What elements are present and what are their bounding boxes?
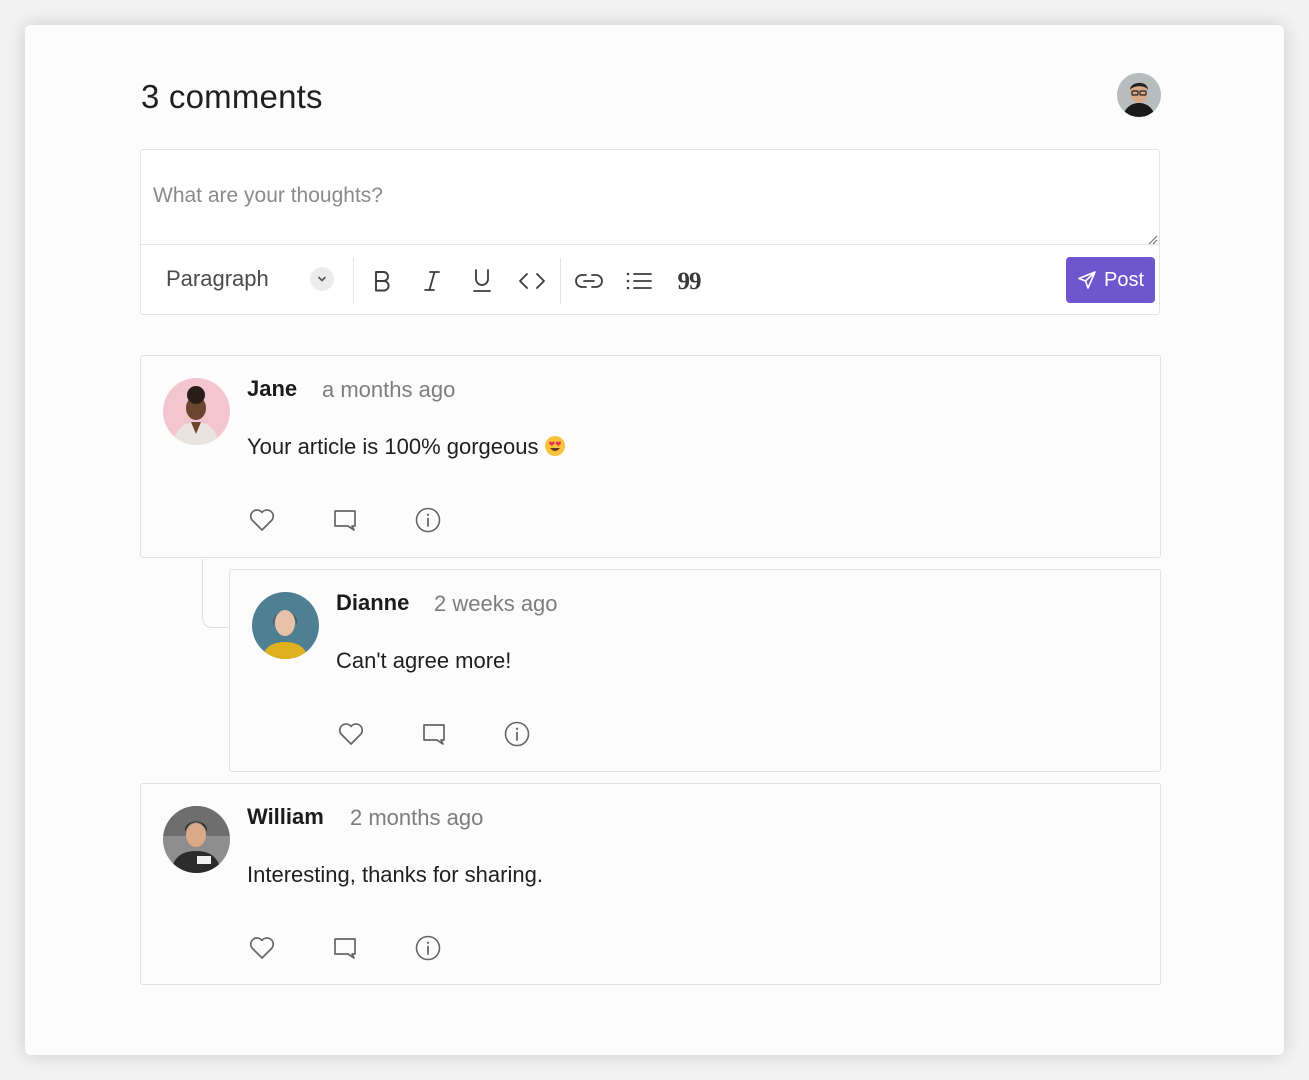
comment-text: Your article is 100% gorgeous — [247, 434, 566, 463]
comment-actions — [247, 505, 477, 535]
link-icon — [575, 274, 603, 288]
bold-icon — [375, 271, 390, 292]
comment-card: Jane a months ago Your article is 100% g… — [140, 355, 1161, 558]
reply-comment-card: Dianne 2 weeks ago Can't agree more! — [229, 569, 1161, 772]
author-avatar[interactable] — [163, 806, 230, 873]
heart-icon — [338, 723, 364, 745]
like-button[interactable] — [247, 505, 277, 535]
reply-thread-connector — [202, 559, 230, 628]
reply-button[interactable] — [330, 505, 360, 535]
block-format-label: Paragraph — [166, 266, 269, 291]
author-name[interactable]: Dianne — [336, 590, 409, 616]
resize-handle-icon[interactable] — [1147, 232, 1158, 245]
toolbar-divider — [560, 258, 561, 304]
like-button[interactable] — [336, 719, 366, 749]
editor-toolbar: Paragraph 99 Post — [141, 246, 1159, 314]
author-avatar[interactable] — [163, 378, 230, 445]
heart-eyes-emoji-icon — [544, 435, 566, 463]
code-button[interactable] — [515, 266, 549, 296]
info-button[interactable] — [502, 719, 532, 749]
post-button-label: Post — [1103, 268, 1145, 291]
italic-icon — [424, 271, 440, 291]
quote-icon: 99 — [677, 267, 702, 295]
comments-count-heading: 3 comments — [141, 78, 323, 115]
comment-icon — [423, 724, 445, 745]
list-button[interactable] — [622, 266, 656, 296]
comment-editor: Paragraph 99 Post — [140, 149, 1160, 315]
block-format-select[interactable]: Paragraph — [155, 254, 345, 304]
info-icon — [415, 935, 441, 961]
chevron-down-icon — [310, 267, 334, 291]
like-button[interactable] — [247, 933, 277, 963]
comment-icon — [334, 510, 356, 531]
author-name[interactable]: William — [247, 804, 324, 830]
bold-button[interactable] — [365, 266, 399, 296]
quote-button[interactable]: 99 — [672, 266, 706, 296]
code-icon — [519, 273, 545, 289]
info-icon — [415, 507, 441, 533]
comment-timestamp: a months ago — [322, 377, 456, 402]
link-button[interactable] — [572, 266, 606, 296]
post-button[interactable]: Post — [1066, 257, 1155, 303]
comment-text: Interesting, thanks for sharing. — [247, 862, 543, 887]
underline-button[interactable] — [465, 266, 499, 296]
info-button[interactable] — [413, 505, 443, 535]
send-icon — [1078, 271, 1096, 289]
comment-timestamp: 2 weeks ago — [434, 591, 558, 616]
author-avatar[interactable] — [252, 592, 319, 659]
italic-button[interactable] — [415, 266, 449, 296]
comment-text-content: Your article is 100% gorgeous — [247, 434, 539, 459]
comment-actions — [336, 719, 566, 749]
heart-icon — [249, 937, 275, 959]
reply-button[interactable] — [419, 719, 449, 749]
current-user-avatar[interactable] — [1117, 73, 1161, 117]
info-button[interactable] — [413, 933, 443, 963]
toolbar-divider — [353, 258, 354, 304]
comment-timestamp: 2 months ago — [350, 805, 484, 830]
reply-button[interactable] — [330, 933, 360, 963]
comment-input[interactable] — [141, 150, 1159, 245]
underline-icon — [473, 269, 491, 292]
author-name[interactable]: Jane — [247, 376, 297, 402]
list-icon — [626, 272, 652, 290]
info-icon — [504, 721, 530, 747]
comment-icon — [334, 938, 356, 959]
comment-actions — [247, 933, 477, 963]
comment-card: William 2 months ago Interesting, thanks… — [140, 783, 1161, 985]
comment-text: Can't agree more! — [336, 648, 512, 673]
heart-icon — [249, 509, 275, 531]
